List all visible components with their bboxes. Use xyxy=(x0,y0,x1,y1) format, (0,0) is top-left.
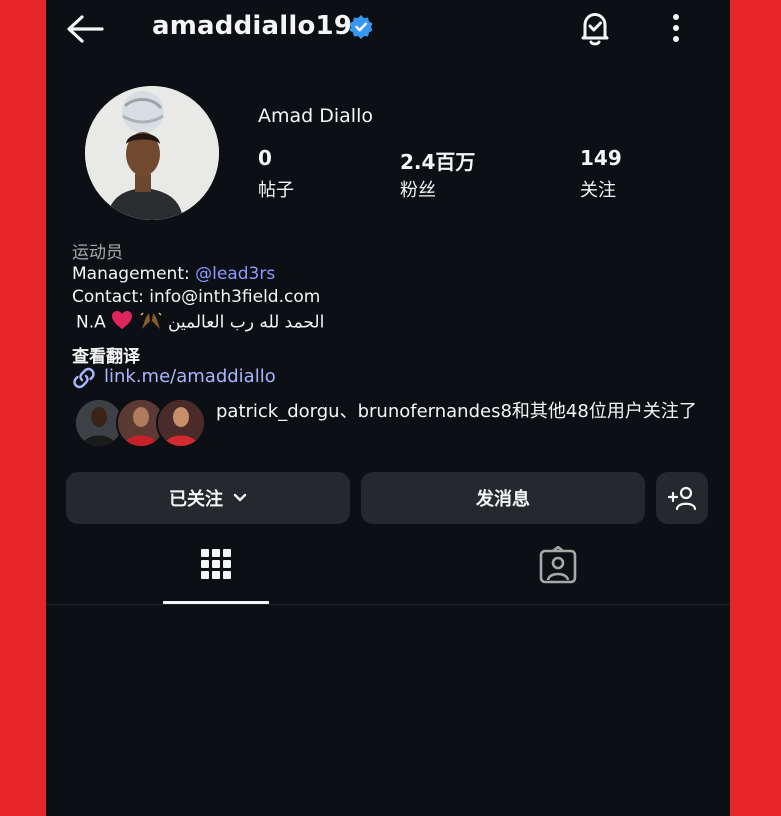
followed-by-text[interactable]: patrick_dorgu、brunofernandes8和其他48位用户关注了 xyxy=(216,399,716,425)
bio-arabic-text: الحمد لله رب العالمين xyxy=(167,312,325,333)
bio-na-text: N.A xyxy=(76,312,106,333)
verified-badge-icon xyxy=(348,14,374,40)
stat-following-count[interactable]: 149 xyxy=(580,146,622,170)
profile-username: amaddiallo19 xyxy=(152,11,353,41)
bio-management-line: Management: @lead3rs xyxy=(72,264,275,284)
following-label: 已关注 xyxy=(169,489,223,510)
bio-contact-line: Contact: info@inth3field.com xyxy=(72,287,321,307)
grid-icon xyxy=(200,548,232,584)
profile-external-link[interactable]: link.me/amaddiallo xyxy=(104,366,276,387)
chevron-down-icon xyxy=(233,493,247,503)
see-translation-link[interactable]: 查看翻译 xyxy=(72,342,140,367)
message-label: 发消息 xyxy=(476,489,530,510)
more-vertical-icon[interactable] xyxy=(664,10,688,46)
bell-check-icon[interactable] xyxy=(576,8,614,48)
stat-followers-count[interactable]: 2.4百万 xyxy=(400,146,475,175)
profile-screen: amaddiallo19 Amad Diallo 0 帖子 2.4百万 粉丝 1… xyxy=(46,0,730,816)
stat-posts-label: 帖子 xyxy=(258,180,294,201)
tabs-divider xyxy=(46,604,730,605)
profile-category: 运动员 xyxy=(72,243,123,263)
following-button[interactable]: 已关注 xyxy=(66,472,350,524)
tab-grid[interactable] xyxy=(163,538,269,604)
add-user-button[interactable] xyxy=(656,472,708,524)
arrow-left-icon[interactable] xyxy=(64,12,106,46)
praying-hands-icon xyxy=(139,309,163,336)
message-button[interactable]: 发消息 xyxy=(361,472,645,524)
tagged-person-icon xyxy=(539,545,577,588)
stat-followers-label[interactable]: 粉丝 xyxy=(400,176,436,202)
profile-avatar[interactable] xyxy=(85,86,219,220)
mention-link[interactable]: @lead3rs xyxy=(195,264,275,284)
profile-full-name: Amad Diallo xyxy=(258,105,373,127)
tab-tagged[interactable] xyxy=(506,538,612,604)
stat-posts-count: 0 xyxy=(258,146,272,170)
follower-avatar[interactable] xyxy=(156,398,206,448)
bio-line-three: N.A الحمد لله رب العالمين xyxy=(76,309,324,336)
stat-following-label[interactable]: 关注 xyxy=(580,176,616,202)
heart-icon xyxy=(111,310,133,335)
add-user-icon xyxy=(667,485,697,511)
bio-management-prefix: Management: xyxy=(72,264,196,284)
link-chain-icon xyxy=(72,366,96,390)
